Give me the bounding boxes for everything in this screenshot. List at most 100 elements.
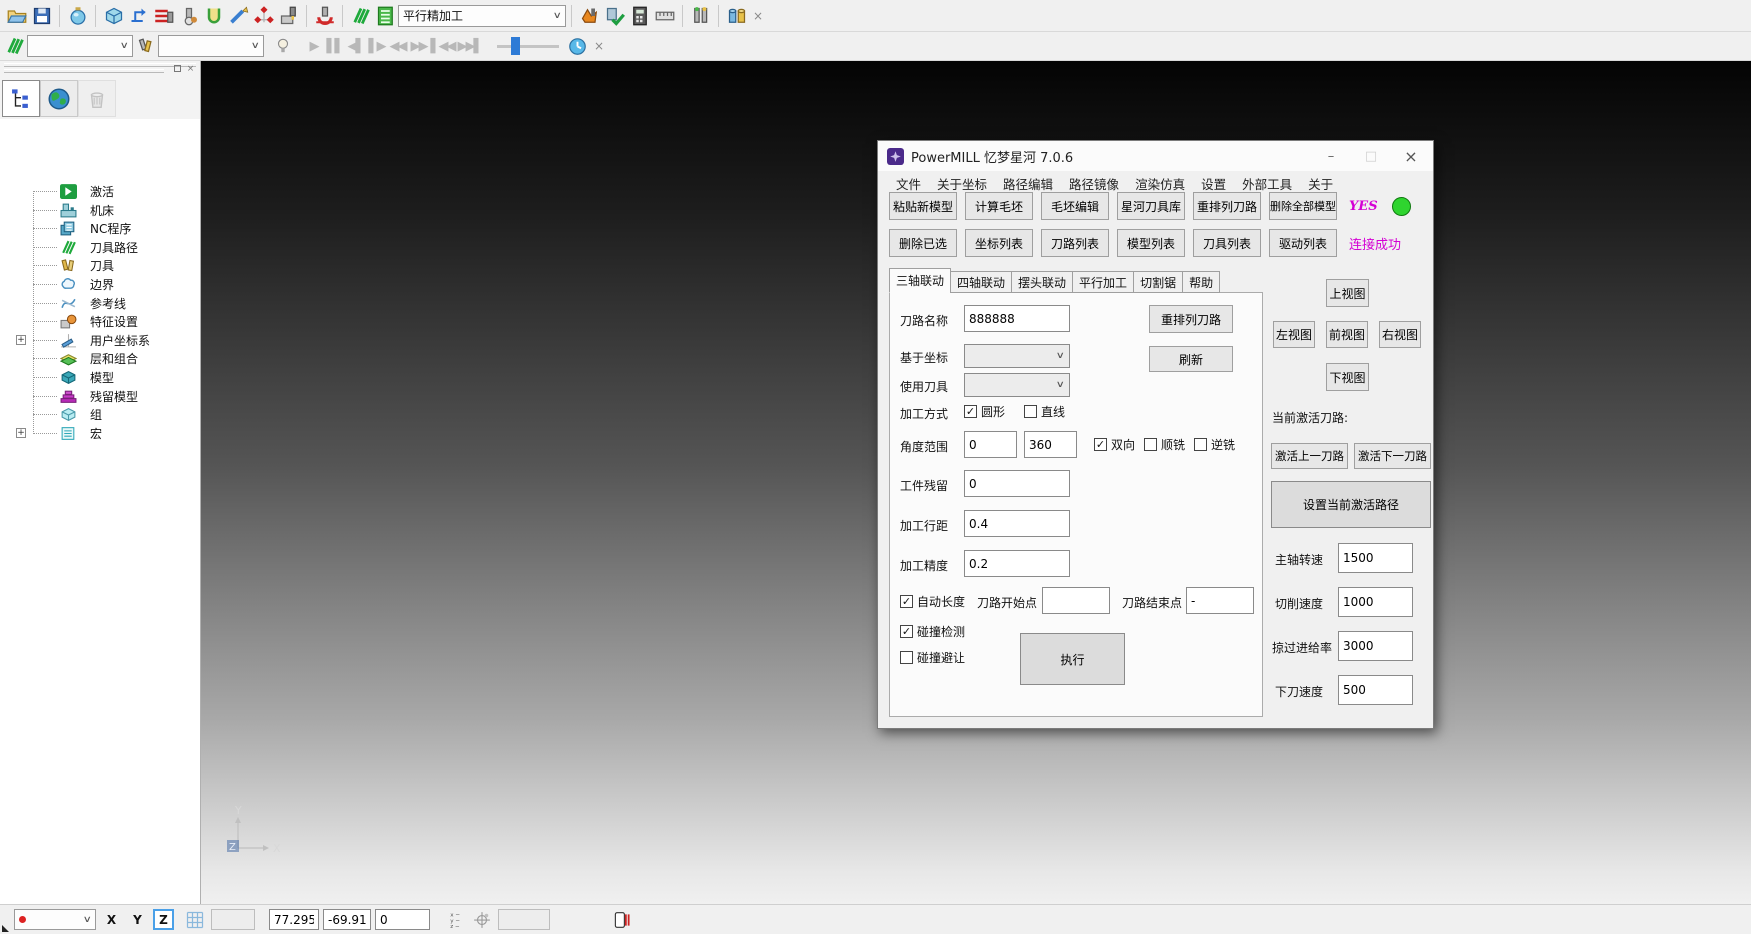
delete-all-models-button[interactable]: 删除全部模型 — [1269, 192, 1337, 220]
tree-item-workplanes[interactable]: + 用户坐标系 — [33, 331, 150, 350]
pattern-icon[interactable] — [226, 3, 251, 28]
coord-x-input[interactable] — [269, 909, 319, 930]
tree-item-activate[interactable]: 激活 — [33, 182, 114, 201]
tab-globe[interactable] — [40, 80, 78, 117]
end-point-input[interactable] — [1186, 587, 1254, 614]
view-bottom-button[interactable]: 下视图 — [1326, 363, 1369, 391]
stock-allowance-input[interactable] — [964, 470, 1070, 497]
toolbar-grip[interactable] — [4, 69, 164, 73]
tree-item-feature-sets[interactable]: 特征设置 — [33, 312, 138, 331]
skim-feed-input[interactable] — [1338, 631, 1413, 661]
use-tool-combobox[interactable]: ∨ — [964, 373, 1070, 397]
toolpath-spring-icon[interactable] — [2, 34, 27, 59]
strategy-combobox[interactable]: 平行精加工 ∨ — [398, 5, 566, 27]
measure-icon[interactable] — [652, 3, 677, 28]
coord-z-input[interactable] — [375, 909, 430, 930]
calc-stock-button[interactable]: 计算毛坯 — [965, 192, 1033, 220]
collision-tool-icon[interactable] — [312, 3, 337, 28]
tree-item-boundaries[interactable]: 边界 — [33, 275, 114, 294]
stock-tool-icon[interactable] — [276, 3, 301, 28]
tab-trash[interactable] — [78, 80, 116, 117]
close-button[interactable]: × — [1391, 142, 1431, 170]
view-top-button[interactable]: 上视图 — [1326, 279, 1369, 307]
activate-next-button[interactable]: 激活下一刀路 — [1354, 443, 1431, 469]
tab-help[interactable]: 帮助 — [1182, 271, 1220, 293]
workplane-combobox[interactable]: ∨ — [14, 909, 96, 930]
maximize-button[interactable]: □ — [1351, 142, 1391, 170]
tree-item-stock-models[interactable]: 残留模型 — [33, 387, 138, 406]
tab-explorer-tree[interactable] — [2, 80, 40, 117]
step-forward-icon[interactable]: ▌▶ — [366, 39, 387, 54]
simulate-tool-icon[interactable] — [133, 34, 158, 59]
expand-icon[interactable]: + — [16, 335, 26, 345]
tree-item-models[interactable]: 模型 — [33, 368, 114, 387]
boundary-icon[interactable] — [201, 3, 226, 28]
spindle-speed-input[interactable] — [1338, 543, 1413, 573]
checkbox-bidirectional[interactable]: 双向 — [1094, 436, 1135, 453]
calculator-icon[interactable] — [627, 3, 652, 28]
cutting-feed-input[interactable] — [1338, 587, 1413, 617]
tool-fox-icon[interactable] — [577, 3, 602, 28]
tree-item-tools[interactable]: 刀具 — [33, 256, 114, 275]
menu-path-mirror[interactable]: 路径镜像 — [1061, 174, 1127, 193]
tool-library-button[interactable]: 星河刀具库 — [1117, 192, 1185, 220]
workplane-compass-icon[interactable] — [469, 907, 494, 932]
tool-list-button[interactable]: 刀具列表 — [1193, 229, 1261, 257]
menu-coords[interactable]: 关于坐标 — [929, 174, 995, 193]
tab-saw[interactable]: 切割锯 — [1133, 271, 1183, 293]
pause-icon[interactable]: ▌▌ — [324, 39, 345, 54]
open-file-icon[interactable] — [4, 3, 29, 28]
tab-3axis[interactable]: 三轴联动 — [889, 268, 951, 293]
create-block-icon[interactable] — [101, 3, 126, 28]
save-icon[interactable] — [29, 3, 54, 28]
rearrange-button[interactable]: 重排列刀路 — [1149, 305, 1233, 333]
sim-tool-combobox[interactable]: ∨ — [158, 35, 264, 57]
toolpath-list-button[interactable]: 刀路列表 — [1041, 229, 1109, 257]
go-start-icon[interactable]: ▌◀◀ — [429, 39, 456, 54]
powermill-spring-icon[interactable] — [348, 3, 373, 28]
rearrange-toolpaths-button[interactable]: 重排列刀路 — [1193, 192, 1261, 220]
grid-icon[interactable] — [182, 907, 207, 932]
tree-item-levels-sets[interactable]: 层和组合 — [33, 349, 138, 368]
expand-icon[interactable]: + — [16, 428, 26, 438]
paste-model-button[interactable]: 粘贴新模型 — [889, 192, 957, 220]
stock-edit-button[interactable]: 毛坯编辑 — [1041, 192, 1109, 220]
angle-to-input[interactable] — [1024, 431, 1077, 458]
create-tool-icon[interactable] — [176, 3, 201, 28]
toolbar-grip[interactable] — [4, 63, 196, 67]
tool-check-icon[interactable] — [602, 3, 627, 28]
go-end-icon[interactable]: ▶▶▌ — [456, 39, 483, 54]
tree-item-macros[interactable]: + 宏 — [33, 424, 102, 443]
strategy-list-icon[interactable] — [373, 3, 398, 28]
tab-swivel[interactable]: 摆头联动 — [1011, 271, 1073, 293]
sim-toolpath-combobox[interactable]: ∨ — [27, 35, 133, 57]
feature-set-icon[interactable] — [251, 3, 276, 28]
coord-y-input[interactable] — [323, 909, 371, 930]
checkbox-circular[interactable]: 圆形 — [964, 403, 1005, 420]
toolpath-strategy-icon[interactable] — [126, 3, 151, 28]
view-right-button[interactable]: 右视图 — [1379, 321, 1421, 348]
shaded-view-icon[interactable] — [65, 3, 90, 28]
menu-about[interactable]: 关于 — [1300, 174, 1341, 193]
checkbox-linear[interactable]: 直线 — [1024, 403, 1065, 420]
float-panel-icon[interactable] — [174, 65, 181, 72]
execute-button[interactable]: 执行 — [1020, 633, 1125, 685]
tree-item-nc-programs[interactable]: NC程序 — [33, 219, 131, 238]
fast-forward-icon[interactable]: ▶▶ — [408, 39, 429, 54]
close-toolbar-icon[interactable]: × — [749, 9, 767, 23]
delete-selected-button[interactable]: 删除已选 — [889, 229, 957, 257]
stepover-input[interactable] — [964, 510, 1070, 537]
tree-item-machine[interactable]: 机床 — [33, 201, 114, 220]
tree-item-groups[interactable]: 组 — [33, 405, 102, 424]
tree-item-patterns[interactable]: 参考线 — [33, 294, 126, 313]
menu-path-edit[interactable]: 路径编辑 — [995, 174, 1061, 193]
clock-icon[interactable] — [565, 34, 590, 59]
angle-from-input[interactable] — [964, 431, 1017, 458]
step-back-icon[interactable]: ◀▌ — [345, 39, 366, 54]
view-front-button[interactable]: 前视图 — [1326, 321, 1368, 348]
tolerance-input[interactable] — [964, 550, 1070, 577]
play-icon[interactable]: ▶ — [303, 39, 324, 54]
menu-external-tools[interactable]: 外部工具 — [1234, 174, 1300, 193]
start-point-input[interactable] — [1042, 587, 1110, 614]
checkbox-conventional[interactable]: 逆铣 — [1194, 436, 1235, 453]
